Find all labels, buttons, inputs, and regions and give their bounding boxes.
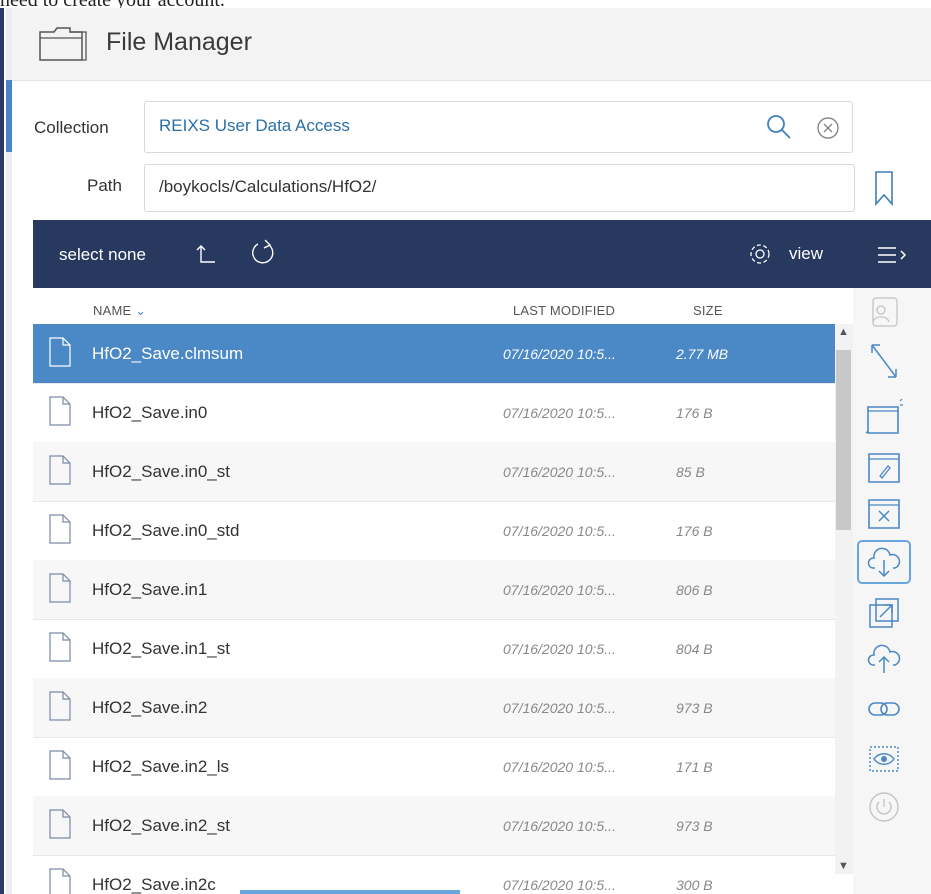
file-row[interactable]: HfO2_Save.in0 07/16/2020 10:5... 176 B	[33, 383, 835, 443]
file-modified: 07/16/2020 10:5...	[503, 346, 616, 362]
download-icon[interactable]	[857, 540, 911, 584]
file-size: 176 B	[676, 523, 713, 539]
file-size: 300 B	[676, 877, 713, 893]
column-name-header[interactable]: NAME ⌄	[93, 303, 146, 319]
file-icon	[49, 632, 71, 667]
file-icon	[49, 868, 71, 894]
file-icon	[49, 514, 71, 549]
file-toolbar: select none view	[33, 220, 931, 288]
horizontal-scrollbar-thumb[interactable]	[240, 890, 460, 894]
file-icon	[49, 750, 71, 785]
file-list: NAME ⌄ LAST MODIFIED SIZE HfO2_Save.clms…	[33, 288, 853, 894]
side-toolbar	[853, 288, 931, 894]
bookmark-icon[interactable]	[873, 170, 895, 211]
file-row[interactable]: HfO2_Save.in2 07/16/2020 10:5... 973 B	[33, 678, 835, 738]
file-name: HfO2_Save.in1_st	[92, 639, 230, 658]
file-row[interactable]: HfO2_Save.in0_std 07/16/2020 10:5... 176 B	[33, 501, 835, 561]
file-name: HfO2_Save.in1	[92, 580, 208, 599]
file-name: HfO2_Save.in0_st	[92, 462, 230, 481]
file-icon	[49, 573, 71, 608]
power-icon[interactable]	[853, 784, 915, 830]
new-folder-icon[interactable]	[853, 394, 915, 440]
left-rail-indicator	[6, 80, 12, 152]
file-manager-header: File Manager	[12, 8, 931, 81]
file-size: 973 B	[676, 700, 713, 716]
scroll-up-arrow[interactable]: ▲	[838, 326, 849, 338]
path-field[interactable]: /boykocls/Calculations/HfO2/	[144, 164, 855, 212]
file-size: 806 B	[676, 582, 713, 598]
gear-icon[interactable]	[748, 242, 772, 271]
menu-toggle-icon[interactable]	[876, 244, 910, 271]
column-name-label: NAME	[93, 303, 132, 318]
file-row[interactable]: HfO2_Save.in2_st 07/16/2020 10:5... 973 B	[33, 796, 835, 856]
file-size: 804 B	[676, 641, 713, 657]
path-value: /boykocls/Calculations/HfO2/	[159, 177, 377, 196]
file-name: HfO2_Save.in0_std	[92, 521, 240, 540]
column-size-header[interactable]: SIZE	[693, 303, 723, 318]
page-title: File Manager	[106, 28, 252, 56]
resize-icon[interactable]	[853, 338, 915, 384]
path-label: Path	[87, 176, 122, 195]
sort-chevron-icon: ⌄	[135, 303, 147, 318]
file-modified: 07/16/2020 10:5...	[503, 582, 616, 598]
collection-label: Collection	[34, 118, 109, 137]
file-size: 171 B	[676, 759, 713, 775]
scroll-down-arrow[interactable]: ▼	[838, 860, 849, 872]
file-row[interactable]: HfO2_Save.clmsum 07/16/2020 10:5... 2.77 M…	[33, 324, 835, 384]
parent-folder-icon[interactable]	[195, 244, 217, 271]
file-size: 85 B	[676, 464, 705, 480]
file-row[interactable]: HfO2_Save.in0_st 07/16/2020 10:5... 85 B	[33, 442, 835, 502]
folder-icon	[38, 26, 88, 69]
left-border	[0, 8, 4, 894]
file-name: HfO2_Save.in2c	[92, 875, 216, 894]
file-icon	[49, 396, 71, 431]
file-icon	[49, 809, 71, 844]
file-modified: 07/16/2020 10:5...	[503, 641, 616, 657]
select-none-button[interactable]: select none	[59, 245, 146, 265]
clear-icon[interactable]	[816, 116, 840, 145]
file-icon	[49, 337, 71, 372]
collection-value: REIXS User Data Access	[159, 116, 350, 135]
file-size: 176 B	[676, 405, 713, 421]
view-button[interactable]: view	[789, 244, 823, 264]
file-size: 2.77 MB	[676, 346, 729, 362]
scrollbar-thumb[interactable]	[836, 350, 851, 530]
share-users-icon[interactable]	[853, 290, 915, 336]
open-external-icon[interactable]	[853, 590, 915, 636]
file-name: HfO2_Save.in0	[92, 403, 208, 422]
file-name: HfO2_Save.in2	[92, 698, 208, 717]
file-size: 973 B	[676, 818, 713, 834]
file-icon	[49, 455, 71, 490]
file-row[interactable]: HfO2_Save.in2_ls 07/16/2020 10:5... 171 B	[33, 737, 835, 797]
file-modified: 07/16/2020 10:5...	[503, 818, 616, 834]
file-icon	[49, 691, 71, 726]
file-modified: 07/16/2020 10:5...	[503, 523, 616, 539]
file-row[interactable]: HfO2_Save.in1_st 07/16/2020 10:5... 804 B	[33, 619, 835, 679]
collection-field[interactable]: REIXS User Data Access	[144, 101, 853, 153]
file-modified: 07/16/2020 10:5...	[503, 877, 616, 893]
file-row[interactable]: HfO2_Save.in2c 07/16/2020 10:5... 300 B	[33, 855, 835, 894]
link-icon[interactable]	[853, 686, 915, 732]
rename-folder-icon[interactable]	[853, 444, 915, 490]
file-modified: 07/16/2020 10:5...	[503, 405, 616, 421]
file-name: HfO2_Save.in2_ls	[92, 757, 230, 776]
file-modified: 07/16/2020 10:5...	[503, 700, 616, 716]
refresh-icon[interactable]	[249, 238, 277, 273]
search-icon[interactable]	[765, 113, 793, 146]
file-modified: 07/16/2020 10:5...	[503, 464, 616, 480]
file-name: HfO2_Save.clmsum	[92, 344, 244, 363]
file-modified: 07/16/2020 10:5...	[503, 759, 616, 775]
file-row[interactable]: HfO2_Save.in1 07/16/2020 10:5... 806 B	[33, 560, 835, 620]
column-modified-header[interactable]: LAST MODIFIED	[513, 303, 615, 318]
delete-folder-icon[interactable]	[853, 490, 915, 536]
preview-icon[interactable]	[853, 736, 915, 782]
upload-icon[interactable]	[853, 636, 915, 682]
file-name: HfO2_Save.in2_st	[92, 816, 230, 835]
